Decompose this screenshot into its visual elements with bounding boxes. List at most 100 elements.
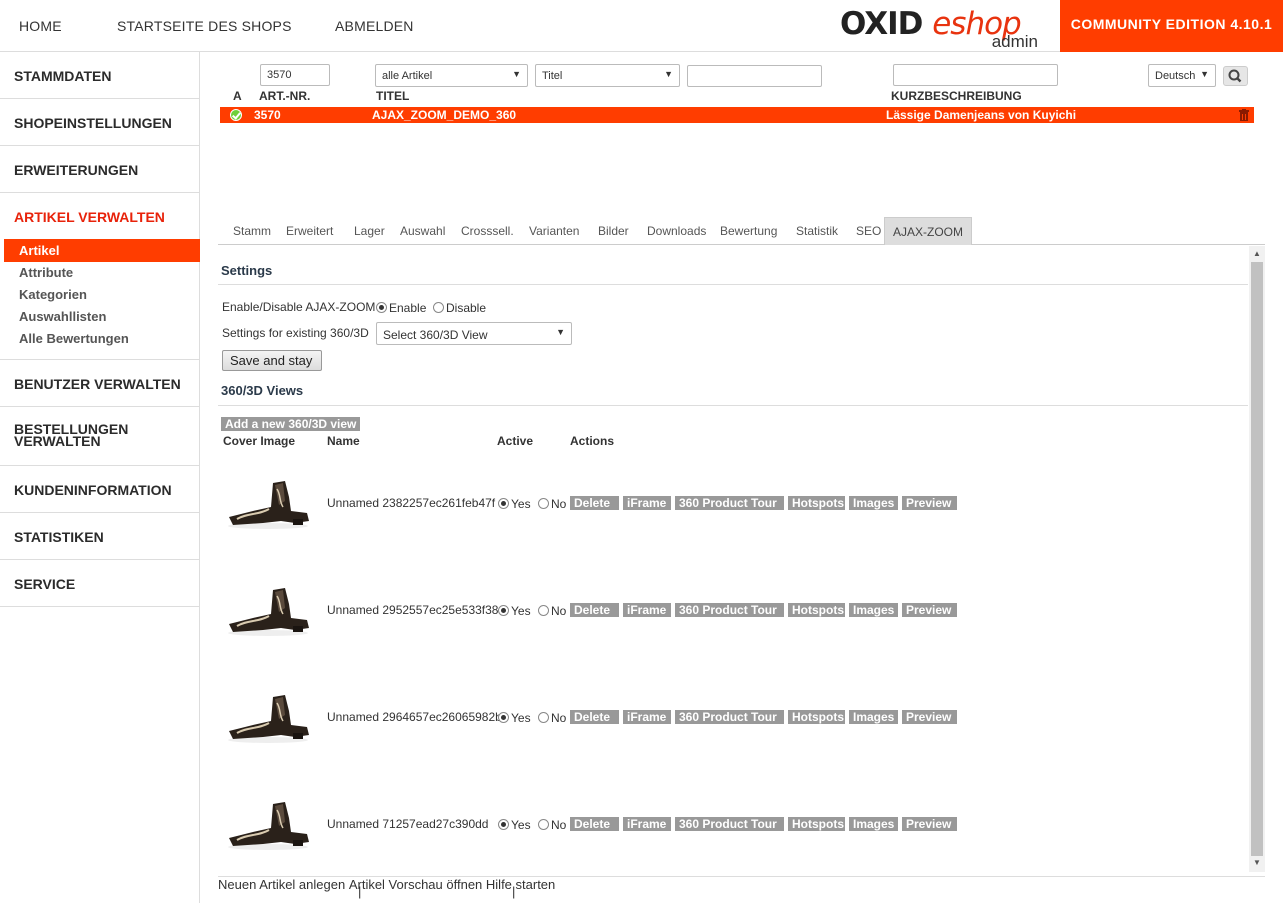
nav-logout[interactable]: ABMELDEN: [335, 18, 414, 34]
action-hotspots-button[interactable]: Hotspots: [788, 496, 845, 510]
help-link[interactable]: Hilfe starten: [486, 877, 555, 892]
active-check-icon: [230, 109, 242, 121]
action-360-product-tour-button[interactable]: 360 Product Tour: [675, 817, 784, 831]
action-images-button[interactable]: Images: [849, 603, 898, 617]
shortdesc-filter-input[interactable]: [893, 64, 1058, 86]
active-yes-radio[interactable]: Yes: [498, 818, 531, 832]
sidebar-item-benutzer-verwalten[interactable]: BENUTZER VERWALTEN: [0, 360, 200, 407]
sidebar-sub-kategorien[interactable]: Kategorien: [19, 287, 87, 302]
active-no-radio[interactable]: No: [538, 818, 566, 832]
radio-unselected-icon: [433, 302, 444, 313]
action-360-product-tour-button[interactable]: 360 Product Tour: [675, 603, 784, 617]
row-artnum: 3570: [254, 108, 281, 122]
active-no-radio[interactable]: No: [538, 604, 566, 618]
tab-varianten[interactable]: Varianten: [529, 224, 579, 238]
scroll-down-icon[interactable]: ▼: [1253, 858, 1261, 867]
sidebar-item-erweiterungen[interactable]: ERWEITERUNGEN: [0, 146, 200, 193]
sidebar-sub-attribute[interactable]: Attribute: [19, 265, 73, 280]
nav-shop-start[interactable]: STARTSEITE DES SHOPS: [117, 18, 292, 34]
radio-selected-icon: [498, 819, 509, 830]
action-iframe-button[interactable]: iFrame: [623, 603, 671, 617]
add-360-view-button[interactable]: Add a new 360/3D view: [221, 417, 361, 431]
trash-icon[interactable]: [1239, 109, 1249, 121]
yes-label: Yes: [511, 818, 531, 832]
sidebar-item-statistiken[interactable]: STATISTIKEN: [0, 513, 200, 560]
yes-label: Yes: [511, 497, 531, 511]
column-header-a[interactable]: A: [233, 89, 242, 103]
sidebar-item-stammdaten[interactable]: STAMMDATEN: [0, 52, 200, 99]
sidebar-item-label: ARTIKEL VERWALTEN: [14, 209, 165, 225]
action-preview-button[interactable]: Preview: [902, 496, 957, 510]
row-shortdesc: Lässige Damenjeans von Kuyichi: [886, 108, 1077, 122]
tab-crosssell[interactable]: Crosssell.: [461, 224, 514, 238]
enable-radio[interactable]: Enable: [376, 301, 426, 315]
sidebar-item-bestellungen-verwalten[interactable]: BESTELLUNGEN VERWALTEN: [0, 407, 200, 466]
tab-bewertung[interactable]: Bewertung: [720, 224, 777, 238]
action-iframe-button[interactable]: iFrame: [623, 710, 671, 724]
tab-seo[interactable]: SEO: [856, 224, 881, 238]
language-value: Deutsch: [1155, 70, 1196, 82]
scroll-up-icon[interactable]: ▲: [1253, 249, 1261, 258]
new-article-link[interactable]: Neuen Artikel anlegen: [218, 877, 345, 892]
action-hotspots-button[interactable]: Hotspots: [788, 710, 845, 724]
active-no-radio[interactable]: No: [538, 711, 566, 725]
article-preview-link[interactable]: Artikel Vorschau öffnen: [349, 877, 482, 892]
action-preview-button[interactable]: Preview: [902, 710, 957, 724]
action-delete-button[interactable]: Delete: [570, 710, 619, 724]
nav-home[interactable]: HOME: [19, 18, 62, 34]
tab-auswahl[interactable]: Auswahl: [400, 224, 445, 238]
sidebar-sub-alle-bewertungen[interactable]: Alle Bewertungen: [19, 331, 129, 346]
artnum-filter-input[interactable]: 3570: [260, 64, 330, 86]
column-header-artnum[interactable]: ART.-NR.: [259, 89, 310, 103]
action-iframe-button[interactable]: iFrame: [623, 496, 671, 510]
settings-heading: Settings: [221, 263, 273, 278]
action-delete-button[interactable]: Delete: [570, 817, 619, 831]
sidebar-item-kundeninformation[interactable]: KUNDENINFORMATION: [0, 466, 200, 513]
active-yes-radio[interactable]: Yes: [498, 497, 531, 511]
action-delete-button[interactable]: Delete: [570, 496, 619, 510]
action-images-button[interactable]: Images: [849, 817, 898, 831]
action-preview-button[interactable]: Preview: [902, 603, 957, 617]
sidebar-item-label: STAMMDATEN: [14, 68, 112, 84]
tab-bilder[interactable]: Bilder: [598, 224, 629, 238]
action-hotspots-button[interactable]: Hotspots: [788, 603, 845, 617]
column-header-shortdesc[interactable]: KURZBESCHREIBUNG: [891, 89, 1022, 103]
tab-erweitert[interactable]: Erweitert: [286, 224, 333, 238]
field-filter-select[interactable]: Titel ▼: [535, 64, 680, 87]
action-hotspots-button[interactable]: Hotspots: [788, 817, 845, 831]
sidebar-item-label: STATISTIKEN: [14, 529, 104, 545]
scrollbar-thumb[interactable]: [1251, 262, 1263, 856]
field-filter-value: Titel: [542, 70, 563, 82]
sidebar-sub-auswahllisten[interactable]: Auswahllisten: [19, 309, 106, 324]
active-yes-radio[interactable]: Yes: [498, 711, 531, 725]
tab-lager[interactable]: Lager: [354, 224, 385, 238]
content-scrollbar[interactable]: ▲ ▼: [1249, 246, 1265, 872]
active-no-radio[interactable]: No: [538, 497, 566, 511]
action-images-button[interactable]: Images: [849, 496, 898, 510]
language-select[interactable]: Deutsch ▼: [1148, 64, 1216, 87]
sidebar-item-service[interactable]: SERVICE: [0, 560, 200, 607]
action-preview-button[interactable]: Preview: [902, 817, 957, 831]
tab-statistik[interactable]: Statistik: [796, 224, 838, 238]
column-header-title[interactable]: TITEL: [376, 89, 409, 103]
existing-360-select[interactable]: Select 360/3D View ▼: [376, 322, 572, 345]
action-360-product-tour-button[interactable]: 360 Product Tour: [675, 710, 784, 724]
view-name: Unnamed 2382257ec261feb47f: [327, 496, 496, 510]
action-360-product-tour-button[interactable]: 360 Product Tour: [675, 496, 784, 510]
sidebar-sub-artikel[interactable]: Artikel: [19, 243, 59, 258]
article-filter-select[interactable]: alle Artikel ▼: [375, 64, 528, 87]
title-filter-input[interactable]: [687, 65, 822, 87]
save-and-stay-button[interactable]: Save and stay: [222, 350, 322, 371]
sidebar-item-shopeinstellungen[interactable]: SHOPEINSTELLUNGEN: [0, 99, 200, 146]
tab-stamm[interactable]: Stamm: [233, 224, 271, 238]
action-delete-button[interactable]: Delete: [570, 603, 619, 617]
disable-radio[interactable]: Disable: [433, 301, 486, 315]
table-row[interactable]: 3570 AJAX_ZOOM_DEMO_360 Lässige Damenjea…: [220, 107, 1254, 123]
active-yes-radio[interactable]: Yes: [498, 604, 531, 618]
sidebar-item-label: KUNDENINFORMATION: [14, 482, 172, 498]
tab-ajax-zoom[interactable]: AJAX-ZOOM: [884, 217, 973, 245]
tab-downloads[interactable]: Downloads: [647, 224, 706, 238]
action-images-button[interactable]: Images: [849, 710, 898, 724]
search-button[interactable]: [1223, 66, 1248, 86]
action-iframe-button[interactable]: iFrame: [623, 817, 671, 831]
